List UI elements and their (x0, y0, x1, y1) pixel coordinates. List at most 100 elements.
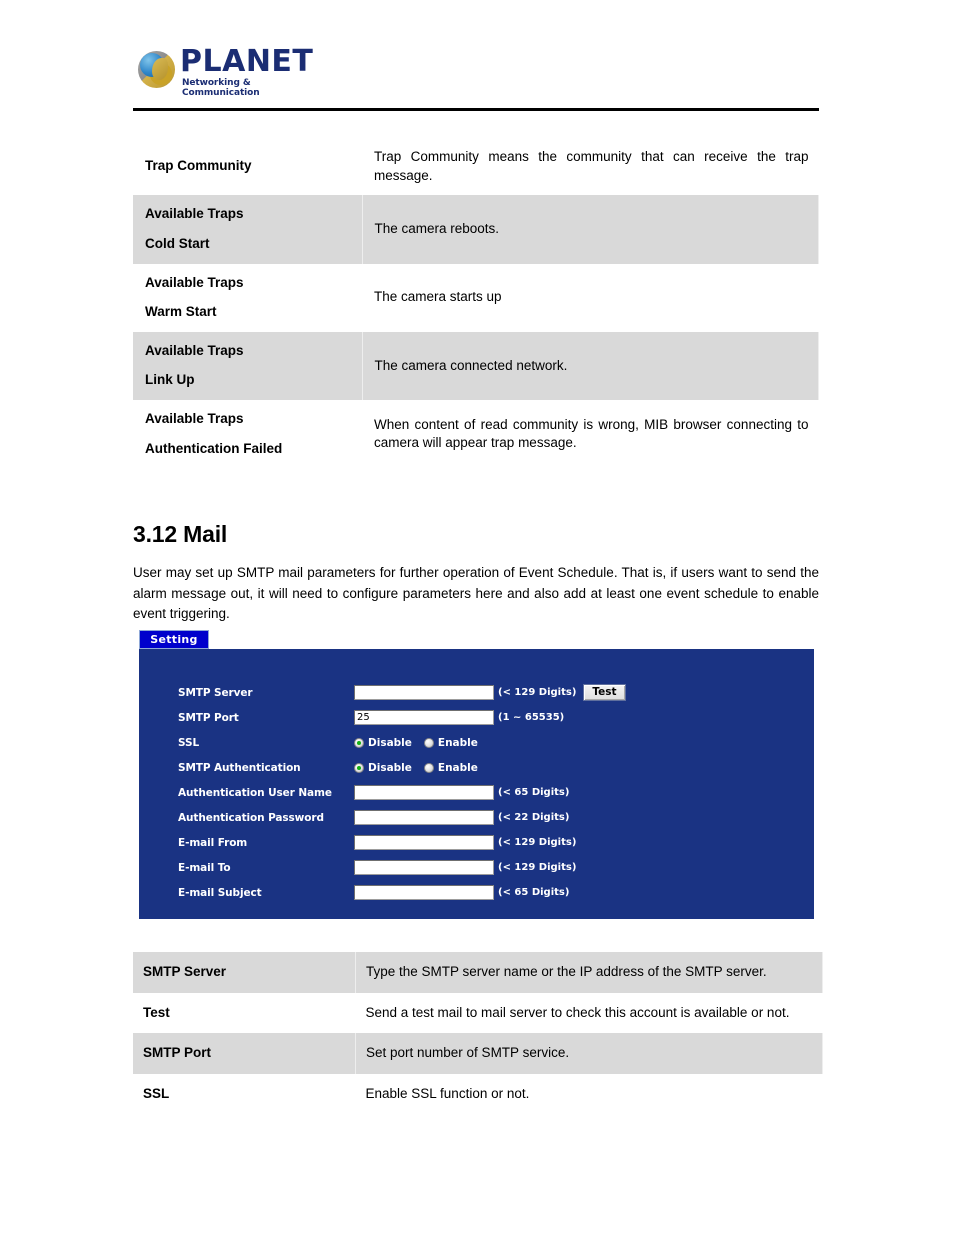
table-row: Available Traps Cold Start The camera rebo… (133, 195, 819, 264)
traps-table-body: Trap Community Trap Community means the c… (133, 138, 819, 468)
smtp-authentication-radio-disable[interactable]: Disable (354, 762, 412, 774)
table-row-value: Trap Community means the community that … (374, 149, 809, 183)
mail-settings-description-table: SMTP Server Type the SMTP server name or … (133, 952, 823, 1115)
page-header: PLANET Networking & Communication (133, 40, 819, 110)
field-label-authentication-password: Authentication Password (178, 811, 324, 824)
table-row: SMTP Port Set port number of SMTP service… (133, 1033, 823, 1074)
test-button[interactable]: Test (583, 684, 626, 701)
table-row: Available Traps Authentication Failed When… (133, 400, 819, 468)
table-key-line: Available Traps (145, 342, 244, 358)
table-key-line: Authentication Failed (145, 440, 283, 456)
table-key-line: Available Traps (145, 206, 244, 222)
radio-button-icon[interactable] (423, 762, 434, 773)
field-label-smtp-server: SMTP Server (178, 686, 253, 699)
field-label-smtp-authentication: SMTP Authentication (178, 761, 301, 774)
table-row-key: SMTP Server (133, 952, 356, 993)
table-row-key: Available Traps Warm Start (133, 264, 362, 332)
header-divider (133, 108, 819, 111)
radio-label: Disable (368, 736, 412, 749)
table-key-line: Cold Start (145, 235, 210, 251)
section-description: User may set up SMTP mail parameters for… (133, 565, 819, 622)
form-row-authentication-password: Authentication Password (< 22 Digits) (178, 805, 798, 830)
table-key-line: SMTP Port (143, 1045, 212, 1061)
e-mail-from-input[interactable] (354, 835, 494, 850)
table-key-line: SSL (143, 1085, 170, 1101)
radio-label: Disable (368, 761, 412, 774)
ssl-radio-enable[interactable]: Enable (423, 737, 478, 749)
table-row-key: Available Traps Authentication Failed (133, 400, 362, 468)
tab-setting[interactable]: Setting (139, 630, 209, 649)
table-row: Available Traps Link Up The camera connect… (133, 331, 819, 400)
table-row-key: Available Traps Cold Start (133, 195, 363, 264)
table-row: Available Traps Warm Start The camera star… (133, 264, 819, 332)
form-row-e-mail-subject: E-mail Subject (< 65 Digits) (178, 880, 798, 905)
smtp-port-input[interactable]: 25 (354, 710, 494, 725)
planet-logo: PLANET Networking & Communication (138, 45, 313, 98)
e-mail-to-input[interactable] (354, 860, 494, 875)
table-row-key: SSL (133, 1074, 356, 1115)
field-label-e-mail-from: E-mail From (178, 836, 248, 849)
table-row-key: Test (133, 993, 356, 1034)
table-key-line: SMTP Server (143, 964, 227, 979)
ssl-radio-disable[interactable]: Disable (354, 737, 412, 749)
table-key-line: Available Traps (145, 411, 244, 426)
planet-globe-logo-icon (138, 51, 175, 88)
field-label-ssl: SSL (178, 736, 200, 749)
table-row-value: When content of read community is wrong,… (374, 416, 809, 451)
table-key-line: Link Up (145, 372, 195, 388)
form-row-smtp-authentication: SMTP Authentication Disable Enable (178, 755, 798, 780)
form-row-e-mail-from: E-mail From (< 129 Digits) (178, 830, 798, 855)
mail-settings-panel: SMTP Server (< 129 Digits) Test SMTP Port 25… (139, 649, 814, 919)
radio-button-icon[interactable] (354, 762, 364, 773)
field-label-e-mail-subject: E-mail Subject (178, 886, 262, 899)
form-row-smtp-server: SMTP Server (< 129 Digits) Test (178, 680, 798, 705)
field-label-e-mail-to: E-mail To (178, 861, 231, 874)
page-title: 3.12 Mail (133, 521, 228, 547)
ssl-radio-group: Disable Enable (354, 737, 490, 749)
field-label-smtp-port: SMTP Port (178, 711, 239, 724)
table-row-value: Set port number of SMTP service. (355, 1033, 823, 1074)
table-row: Trap Community Trap Community means the c… (133, 138, 819, 195)
form-row-authentication-user-name: Authentication User Name (< 65 Digits) (178, 780, 798, 805)
table-row: SSL Enable SSL function or not. (133, 1074, 823, 1115)
authentication-user-name-input[interactable] (354, 785, 494, 800)
table-key-line: Test (143, 1004, 170, 1020)
table-key-line: Available Traps (145, 274, 244, 290)
radio-button-icon[interactable] (354, 737, 364, 748)
table-row-value: Type the SMTP server name or the IP addr… (355, 952, 823, 993)
table-row-value: The camera starts up (374, 289, 502, 305)
e-mail-subject-input[interactable] (354, 885, 494, 900)
e-mail-from-hint: (< 129 Digits) (498, 837, 577, 848)
smtp-server-hint: (< 129 Digits) (498, 687, 577, 698)
table-row-value: Send a test mail to mail server to check… (365, 1004, 790, 1020)
table-key-line: Trap Community (145, 158, 252, 174)
authentication-password-hint: (< 22 Digits) (498, 812, 570, 823)
authentication-user-name-hint: (< 65 Digits) (498, 787, 570, 798)
e-mail-subject-hint: (< 65 Digits) (498, 887, 570, 898)
table-row: Test Send a test mail to mail server to c… (133, 993, 823, 1034)
authentication-password-input[interactable] (354, 810, 494, 825)
mail-table-body: SMTP Server Type the SMTP server name or … (133, 952, 823, 1115)
smtp-server-input[interactable] (354, 685, 494, 700)
field-label-authentication-user-name: Authentication User Name (178, 786, 332, 799)
table-row-value: Enable SSL function or not. (365, 1085, 530, 1101)
table-row-key: Available Traps Link Up (133, 331, 363, 400)
table-row-value: The camera connected network. (362, 331, 819, 400)
logo-tagline: Networking & Communication (182, 78, 260, 98)
e-mail-to-hint: (< 129 Digits) (498, 862, 577, 873)
form-row-ssl: SSL Disable Enable (178, 730, 798, 755)
radio-button-icon[interactable] (423, 737, 434, 748)
mail-settings-screenshot: Setting SMTP Server (< 129 Digits) Test SMT… (139, 630, 814, 919)
available-traps-table: Trap Community Trap Community means the c… (133, 138, 819, 468)
logo-wordmark: PLANET (180, 44, 314, 79)
form-row-smtp-port: SMTP Port 25 (1 ~ 65535) (178, 705, 798, 730)
form-row-e-mail-to: E-mail To (< 129 Digits) (178, 855, 798, 880)
table-row-value: The camera reboots. (362, 195, 819, 264)
smtp-port-hint: (1 ~ 65535) (498, 712, 565, 723)
table-row-key: SMTP Port (133, 1033, 356, 1074)
table-key-line: Warm Start (145, 304, 217, 320)
smtp-authentication-radio-enable[interactable]: Enable (423, 761, 478, 774)
smtp-authentication-radio-group: Disable Enable (354, 762, 490, 774)
radio-label: Enable (437, 761, 478, 774)
table-row-key: Trap Community (133, 138, 362, 195)
